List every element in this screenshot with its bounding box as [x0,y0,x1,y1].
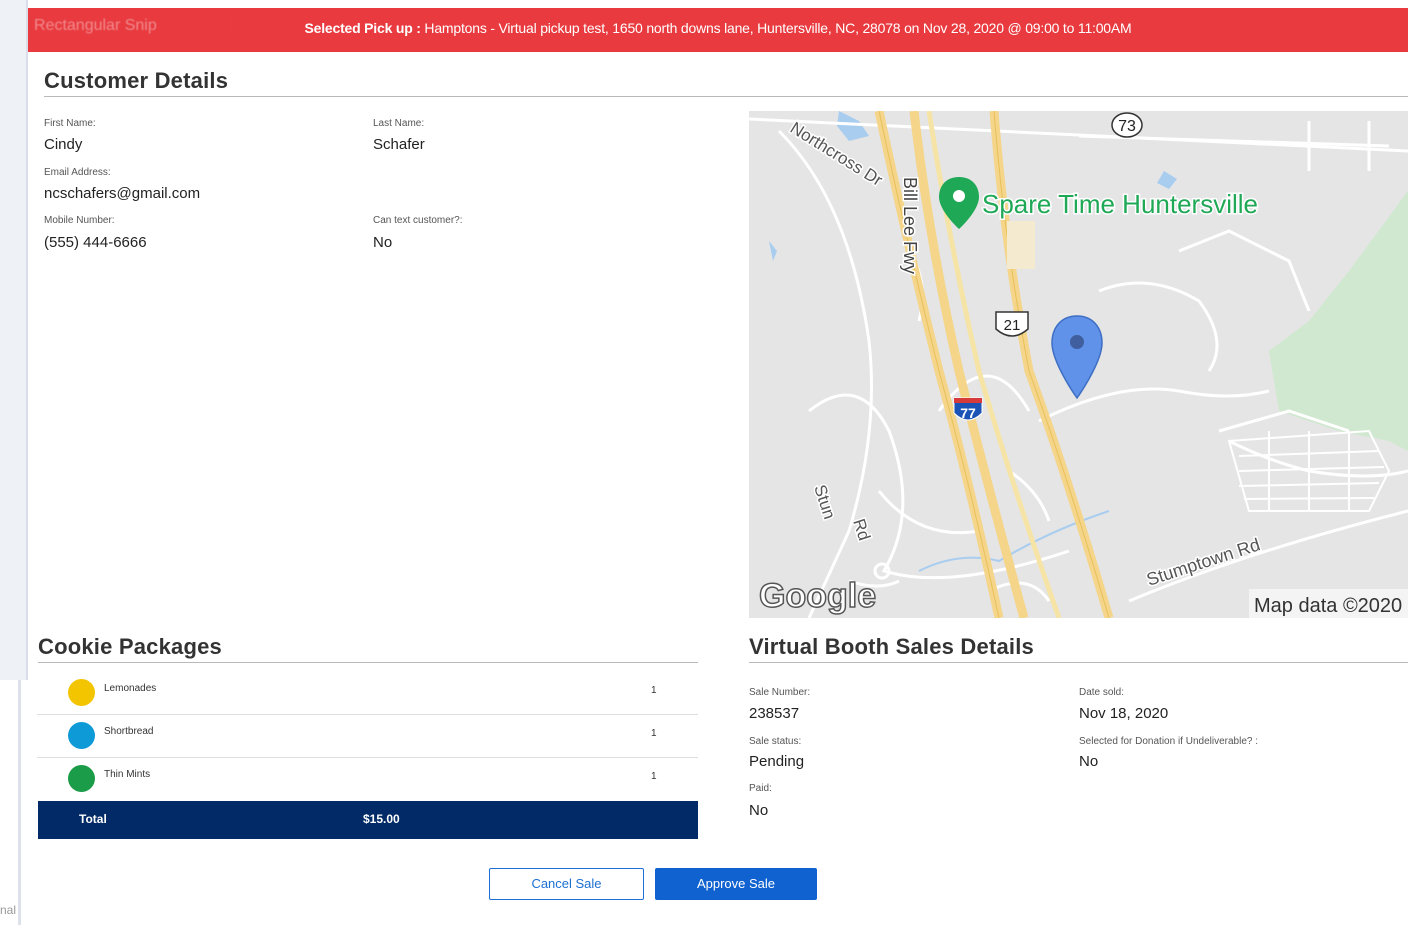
date-sold-value: Nov 18, 2020 [1079,705,1169,722]
package-row: Shortbread 1 [37,714,698,758]
donation-label: Selected for Donation if Undeliverable? … [1079,736,1258,747]
donation-value: No [1079,753,1099,770]
paid-value: No [749,802,769,819]
can-text-label: Can text customer?: [373,215,463,226]
package-name: Thin Mints [104,769,151,780]
package-qty: 1 [651,771,657,782]
first-name-value: Cindy [44,136,83,153]
shortbread-color-icon [68,722,95,749]
lemonades-color-icon [68,679,95,706]
customer-details-divider [44,96,1408,97]
package-name: Shortbread [104,726,154,737]
approve-sale-button[interactable]: Approve Sale [655,868,817,900]
package-name: Lemonades [104,683,157,694]
can-text-value: No [373,234,393,251]
sales-details-title: Virtual Booth Sales Details [749,634,1034,659]
corner-text-fragment: nal [0,903,17,917]
thin-mints-color-icon [68,765,95,792]
email-value: ncschafers@gmail.com [44,185,201,202]
sales-details-divider [749,662,1408,663]
total-bar: Total $15.00 [38,801,698,839]
cancel-sale-button[interactable]: Cancel Sale [489,868,644,900]
total-amount: $15.00 [363,812,400,826]
shield-73-label: 73 [1118,118,1136,135]
package-row: Thin Mints 1 [37,757,698,800]
sale-status-value: Pending [749,753,805,770]
cookie-packages-divider [38,662,698,663]
shield-21-label: 21 [1004,317,1021,334]
road-billlee-label: Bill Lee Fwy [900,177,920,274]
email-label: Email Address: [44,167,111,178]
customer-details-title: Customer Details [44,68,229,93]
shield-77-label: 77 [960,405,976,421]
date-sold-label: Date sold: [1079,687,1125,698]
sale-number-label: Sale Number: [749,687,811,698]
total-label: Total [79,812,107,826]
place-label[interactable]: Spare Time Huntersville [981,188,1260,221]
last-name-value: Schafer [373,136,425,153]
left-edge-strip-lower [0,680,21,925]
google-logo: Google [759,577,876,615]
banner-prefix: Selected Pick up : [304,20,421,36]
sale-status-label: Sale status: [749,736,802,747]
snip-tool-label: Rectangular Snip [32,14,224,38]
package-qty: 1 [651,685,657,696]
pickup-banner: Selected Pick up : Hamptons - Virtual pi… [28,8,1408,52]
last-name-label: Last Name: [373,118,425,129]
banner-text: Hamptons - Virtual pickup test, 1650 nor… [424,20,1132,36]
first-name-label: First Name: [44,118,96,129]
pickup-map[interactable]: 73 21 77 Northcross Dr Bill Lee Fwy Stun… [749,111,1408,618]
package-row: Lemonades 1 [37,671,698,715]
cookie-packages-title: Cookie Packages [38,634,222,659]
mobile-value: (555) 444-6666 [44,234,147,251]
paid-label: Paid: [749,783,772,794]
mobile-label: Mobile Number: [44,215,115,226]
left-edge-strip [0,0,28,680]
sale-number-value: 238537 [749,705,800,722]
package-qty: 1 [651,728,657,739]
map-attribution: Map data ©2020 [1254,595,1402,617]
